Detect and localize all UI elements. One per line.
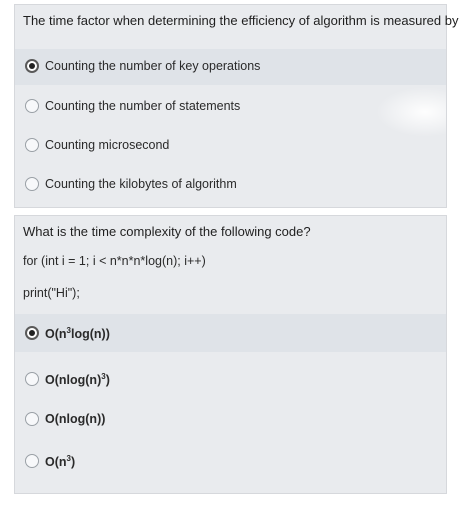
question-card-1: The time factor when determining the eff…	[14, 4, 459, 208]
q1-option-3-label: Counting microsecond	[45, 138, 170, 152]
code-line-1: for (int i = 1; i < n*n*n*log(n); i++)	[23, 254, 206, 268]
q1-option-3[interactable]: Counting microsecond	[15, 128, 446, 164]
q2-option-3-label: O(nlog(n))	[45, 412, 106, 426]
q2-option-4-label: O(n3)	[45, 454, 76, 470]
question-card-2: What is the time complexity of the follo…	[14, 215, 447, 494]
question-2-prompt: What is the time complexity of the follo…	[23, 224, 311, 239]
radio-icon[interactable]	[25, 372, 39, 386]
radio-icon[interactable]	[25, 177, 39, 191]
q2-option-2[interactable]: O(nlog(n)3)	[15, 362, 446, 398]
code-line-2: print("Hi");	[23, 286, 80, 300]
radio-selected-icon[interactable]	[25, 326, 39, 340]
radio-icon[interactable]	[25, 99, 39, 113]
q1-option-1[interactable]: Counting the number of key operations	[15, 49, 446, 85]
q1-option-1-label: Counting the number of key operations	[45, 59, 261, 73]
q1-option-4-label: Counting the kilobytes of algorithm	[45, 177, 237, 191]
radio-icon[interactable]	[25, 412, 39, 426]
q1-option-2[interactable]: Counting the number of statements	[15, 89, 446, 125]
q2-option-4[interactable]: O(n3)	[15, 444, 446, 480]
q2-option-3[interactable]: O(nlog(n))	[15, 402, 446, 438]
radio-icon[interactable]	[25, 454, 39, 468]
radio-selected-icon[interactable]	[25, 59, 39, 73]
radio-icon[interactable]	[25, 138, 39, 152]
q2-option-1-label: O(n3log(n))	[45, 326, 110, 342]
q1-option-2-label: Counting the number of statements	[45, 99, 241, 113]
q2-option-1[interactable]: O(n3log(n))	[15, 314, 446, 352]
q1-option-4[interactable]: Counting the kilobytes of algorithm	[15, 167, 446, 203]
question-1-prompt: The time factor when determining the eff…	[23, 13, 459, 28]
q2-option-2-label: O(nlog(n)3)	[45, 372, 110, 388]
